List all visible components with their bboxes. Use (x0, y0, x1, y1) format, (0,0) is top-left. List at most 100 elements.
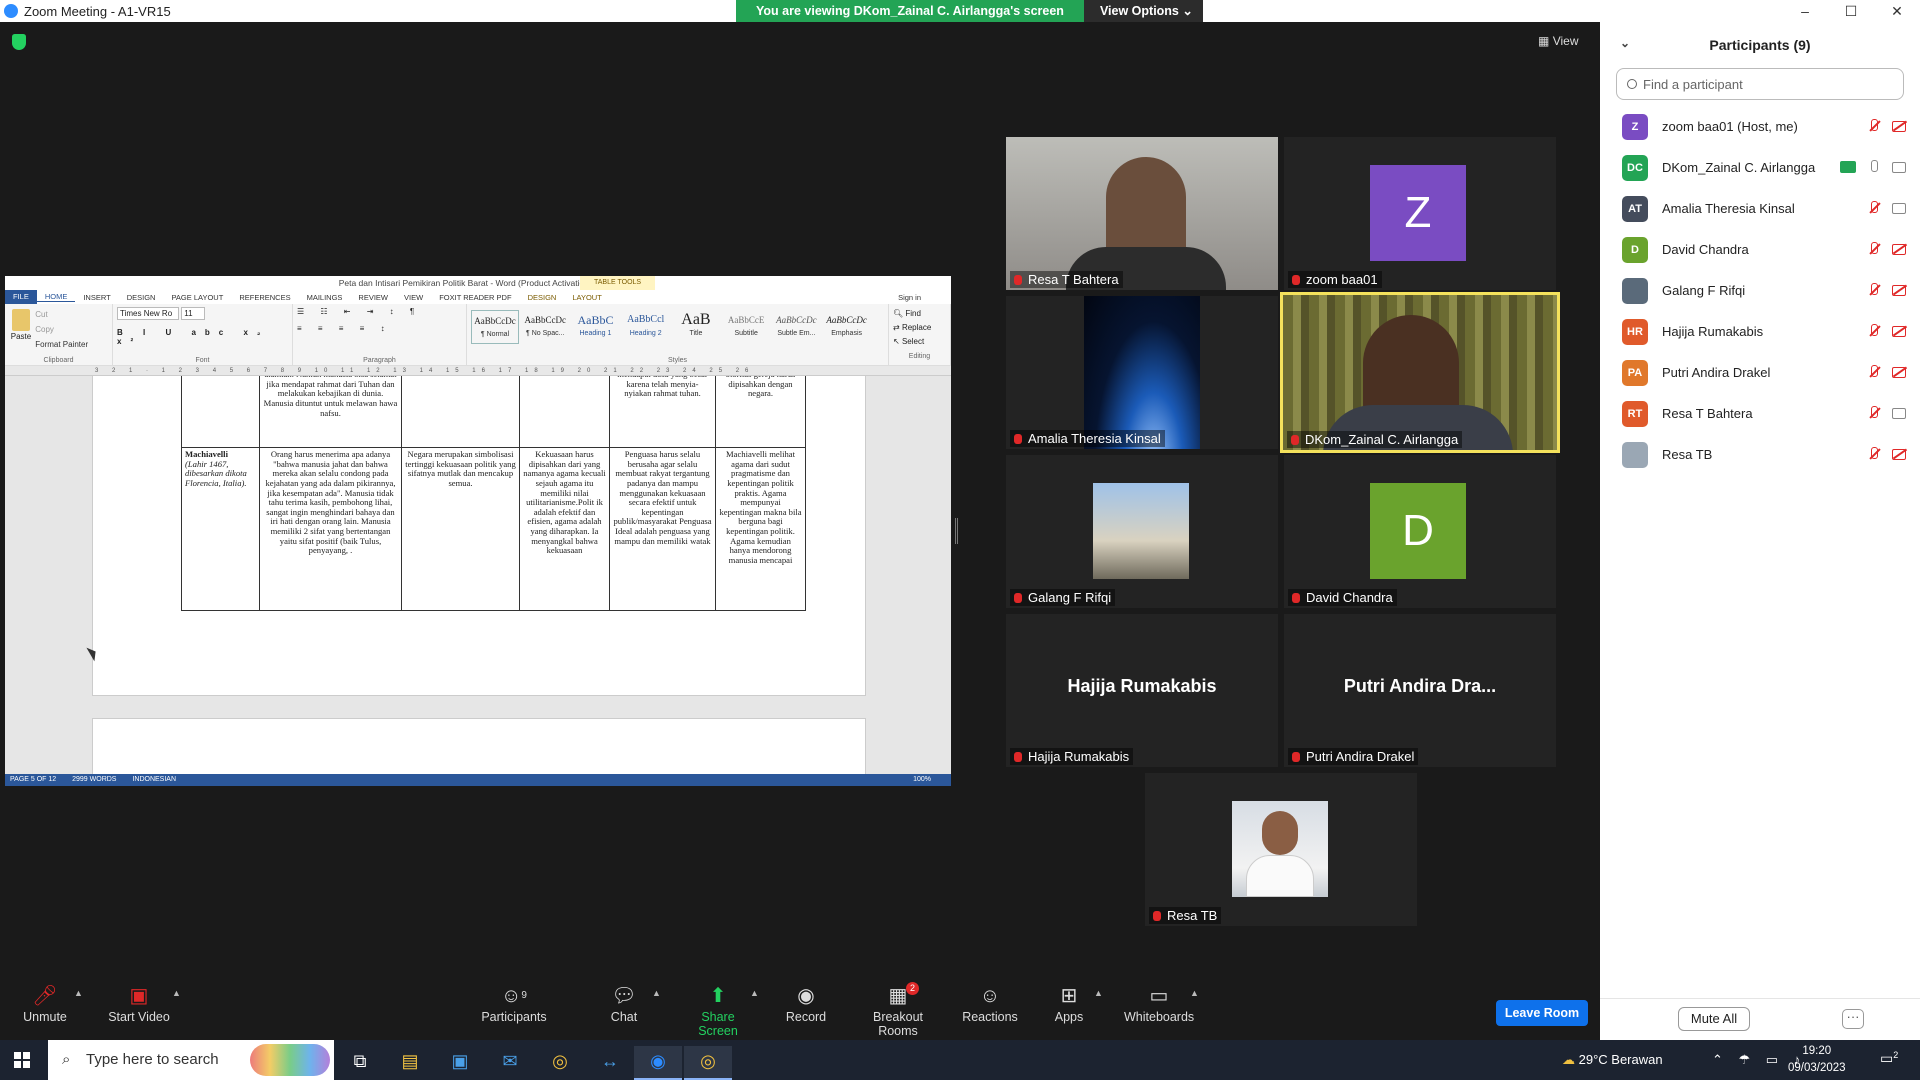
audio-options-caret-icon[interactable]: ▲ (74, 988, 83, 998)
style-heading-1[interactable]: AaBbC Heading 1 (571, 310, 619, 344)
mute-all-button[interactable]: Mute All (1678, 1007, 1750, 1031)
tab-home[interactable]: HOME (36, 292, 76, 302)
weather-widget[interactable]: ☁ 29°C Berawan (1562, 1040, 1663, 1080)
whiteboards-button[interactable]: ▭ Whiteboards (1124, 980, 1194, 1040)
participant-row[interactable]: D David Chandra (1600, 229, 1920, 270)
tab-insert[interactable]: INSERT (75, 293, 118, 302)
select-icon: ↖ (893, 337, 900, 346)
select-button[interactable]: ↖ Select (893, 335, 946, 349)
zoom-level[interactable]: 100% (913, 774, 931, 786)
participant-search-input[interactable]: Find a participant (1616, 68, 1904, 100)
store-icon[interactable]: ▣ (436, 1046, 484, 1080)
share-options-caret-icon[interactable]: ▲ (750, 988, 759, 998)
list-icons[interactable]: ☰ ☷ ⇤ ⇥ ↕ ¶ (297, 307, 462, 316)
participant-row[interactable]: HR Hajija Rumakabis (1600, 311, 1920, 352)
style-subtitle[interactable]: AaBbCcE Subtitle (722, 310, 770, 344)
whiteboard-options-caret-icon[interactable]: ▲ (1190, 988, 1199, 998)
more-options-button[interactable]: ··· (1842, 1009, 1864, 1029)
replace-button[interactable]: ⇄ Replace (893, 321, 946, 335)
security-shield-icon[interactable] (12, 34, 26, 50)
minimize-button[interactable]: – (1782, 0, 1828, 22)
close-button[interactable]: ✕ (1874, 0, 1920, 22)
video-tile[interactable]: Putri Andira Dra... Putri Andira Drakel (1284, 614, 1556, 767)
style-normal[interactable]: AaBbCcDc ¶ Normal (471, 310, 519, 344)
chrome-active-icon[interactable]: ◎ (684, 1046, 732, 1080)
format-painter-button[interactable]: Format Painter (35, 337, 88, 352)
mail-icon[interactable]: ✉ (486, 1046, 534, 1080)
start-video-button[interactable]: ▣ Start Video (104, 980, 174, 1040)
reactions-button[interactable]: ☺ Reactions (962, 980, 1018, 1040)
cut-button[interactable]: Cut (35, 307, 88, 322)
video-options-caret-icon[interactable]: ▲ (172, 988, 181, 998)
maximize-button[interactable]: ☐ (1828, 0, 1874, 22)
view-button[interactable]: ▦ View (1538, 34, 1578, 48)
video-tile[interactable]: Resa TB (1145, 773, 1417, 926)
font-name-select[interactable]: Times New Ro (117, 307, 179, 320)
tab-table-design[interactable]: DESIGN (520, 293, 565, 302)
video-tile[interactable]: Amalia Theresia Kinsal (1006, 296, 1278, 449)
participants-button[interactable]: ☺9 Participants (478, 980, 550, 1040)
teamviewer-icon[interactable]: ↔ (586, 1046, 634, 1080)
page-count[interactable]: PAGE 5 OF 12 (10, 776, 56, 783)
chrome-icon[interactable]: ◎ (536, 1046, 584, 1080)
chat-options-caret-icon[interactable]: ▲ (652, 988, 661, 998)
participant-row[interactable]: Resa TB (1600, 434, 1920, 475)
tab-mailings[interactable]: MAILINGS (299, 293, 351, 302)
video-tile-active-speaker[interactable]: DKom_Zainal C. Airlangga (1280, 292, 1560, 453)
document-area[interactable]: alamiah. Namun manusia bisa selamat jika… (5, 376, 951, 776)
participant-row[interactable]: RT Resa T Bahtera (1600, 393, 1920, 434)
style-no-spacing[interactable]: AaBbCcDc ¶ No Spac... (521, 310, 569, 344)
zoom-taskbar-icon[interactable]: ◉ (634, 1046, 682, 1080)
notifications-icon[interactable]: ▭2 (1880, 1050, 1898, 1067)
collapse-chevron-icon[interactable]: ⌄ (1620, 36, 1630, 50)
split-view-handle[interactable] (955, 518, 958, 544)
tab-review[interactable]: REVIEW (350, 293, 396, 302)
tab-page-layout[interactable]: PAGE LAYOUT (163, 293, 231, 302)
taskbar-clock[interactable]: 19:20 09/03/2023 (1788, 1043, 1846, 1077)
file-explorer-icon[interactable]: ▤ (386, 1046, 434, 1080)
video-tile[interactable]: Hajija Rumakabis Hajija Rumakabis (1006, 614, 1278, 767)
style-title[interactable]: AaB Title (672, 310, 720, 344)
tab-view[interactable]: VIEW (396, 293, 431, 302)
task-view-icon[interactable]: ⧉ (336, 1046, 384, 1080)
breakout-rooms-button[interactable]: ▦ 2 Breakout Rooms (852, 980, 944, 1040)
tab-foxit[interactable]: FOXIT READER PDF (431, 293, 519, 302)
style-subtle-emphasis[interactable]: AaBbCcDc Subtle Em... (772, 310, 820, 344)
participant-row[interactable]: Galang F Rifqi (1600, 270, 1920, 311)
video-tile[interactable]: Resa T Bahtera (1006, 137, 1278, 290)
windows-start-icon[interactable] (14, 1052, 30, 1068)
unmute-button[interactable]: 🎤︎ Unmute (18, 980, 72, 1040)
style-emphasis[interactable]: AaBbCcDc Emphasis (823, 310, 871, 344)
taskbar-search-input[interactable]: ⌕ Type here to search (48, 1040, 334, 1080)
paste-button[interactable]: Paste (9, 307, 33, 341)
tab-design[interactable]: DESIGN (119, 293, 164, 302)
tab-table-layout[interactable]: LAYOUT (564, 293, 609, 302)
apps-button[interactable]: ⊞ Apps (1052, 980, 1086, 1040)
participant-row[interactable]: Z zoom baa01 (Host, me) (1600, 106, 1920, 147)
participant-row[interactable]: DC DKom_Zainal C. Airlangga (1600, 147, 1920, 188)
view-options-button[interactable]: View Options ⌄ (1083, 0, 1203, 22)
font-size-select[interactable]: 11 (181, 307, 206, 320)
align-icons[interactable]: ≡ ≡ ≡ ≡ ↕ (297, 324, 462, 333)
video-tile[interactable]: D David Chandra (1284, 455, 1556, 608)
horizontal-ruler[interactable]: 3 2 1 · 1 2 3 4 5 6 7 8 9 10 11 12 13 14… (5, 366, 951, 376)
language[interactable]: INDONESIAN (132, 776, 176, 783)
share-screen-button[interactable]: ⬆ Share Screen (680, 980, 756, 1040)
leave-room-button[interactable]: Leave Room (1496, 1000, 1588, 1026)
video-tile[interactable]: Z zoom baa01 (1284, 137, 1556, 290)
word-sign-in[interactable]: Sign in (890, 293, 929, 302)
participant-row[interactable]: PA Putri Andira Drakel (1600, 352, 1920, 393)
tab-file[interactable]: FILE (5, 290, 37, 304)
record-button[interactable]: ◉ Record (784, 980, 828, 1040)
style-heading-2[interactable]: AaBbCcl Heading 2 (622, 310, 670, 344)
font-format-icons[interactable]: B I U abc x₂ x² (117, 328, 288, 346)
apps-options-caret-icon[interactable]: ▲ (1094, 988, 1103, 998)
copy-button[interactable]: Copy (35, 322, 88, 337)
video-tile[interactable]: Galang F Rifqi (1006, 455, 1278, 608)
tab-references[interactable]: REFERENCES (231, 293, 298, 302)
chat-button[interactable]: 💬︎ Chat (604, 980, 644, 1040)
participant-row[interactable]: AT Amalia Theresia Kinsal (1600, 188, 1920, 229)
table-cell: Negara merupakan simbolisasi tertinggi k… (401, 447, 520, 611)
word-count[interactable]: 2999 WORDS (72, 776, 116, 783)
find-button[interactable]: 🔍︎ Find (893, 307, 946, 321)
